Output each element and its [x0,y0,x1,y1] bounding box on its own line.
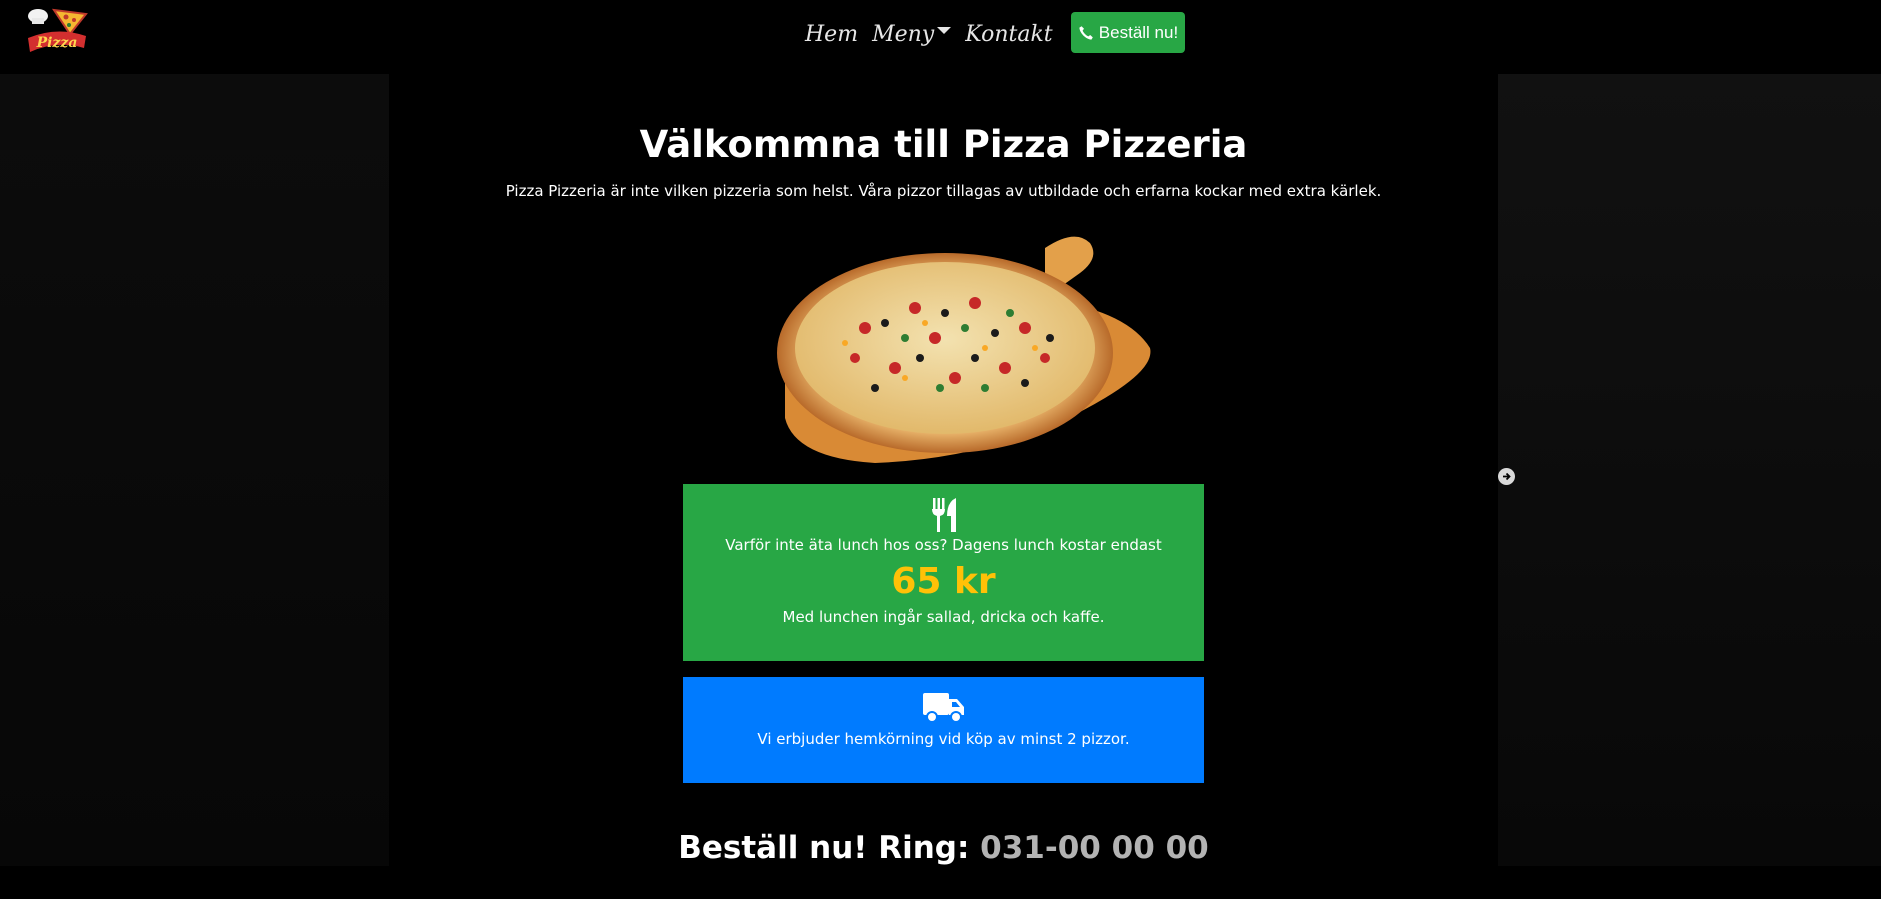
carousel-side-right [1498,74,1881,866]
nav-link-meny[interactable]: Meny [872,21,952,47]
phone-icon [1078,25,1094,41]
nav-link-meny-label: Meny [872,21,935,47]
order-now-label: Beställ nu! [1098,22,1179,42]
lunch-offer-box: Varför inte äta lunch hos oss? Dagens lu… [683,484,1204,661]
truck-icon [922,691,965,729]
call-to-order: Beställ nu! Ring: 031-00 00 00 [389,830,1498,866]
phone-number[interactable]: 031-00 00 00 [980,830,1209,866]
delivery-info-box: Vi erbjuder hemkörning vid köp av minst … [683,677,1204,783]
page-title: Välkommna till Pizza Pizzeria [639,123,1248,166]
lunch-price: 65 kr [891,561,996,602]
logo-text: Pizza [36,35,78,51]
arrow-right-circle-icon[interactable] [1498,468,1515,485]
lunch-includes: Med lunchen ingår sallad, dricka och kaf… [782,608,1105,626]
utensils-icon [930,498,958,536]
navbar: Pizza Hem Meny Kontakt Beställ nu! [0,0,1881,74]
pizza-logo[interactable]: Pizza [24,4,90,56]
nav-link-hem[interactable]: Hem [805,22,858,47]
lunch-text: Varför inte äta lunch hos oss? Dagens lu… [725,536,1162,554]
nav-link-kontakt[interactable]: Kontakt [965,22,1052,47]
delivery-text: Vi erbjuder hemkörning vid köp av minst … [757,730,1130,748]
carousel-side-left [0,74,389,866]
nav-links: Hem Meny Kontakt [805,14,1067,54]
call-label: Beställ nu! Ring: [678,830,970,866]
pizza-image [745,228,1165,473]
chevron-down-icon [937,27,952,34]
order-now-button[interactable]: Beställ nu! [1071,12,1185,53]
hero-subtitle: Pizza Pizzeria är inte vilken pizzeria s… [505,182,1382,200]
